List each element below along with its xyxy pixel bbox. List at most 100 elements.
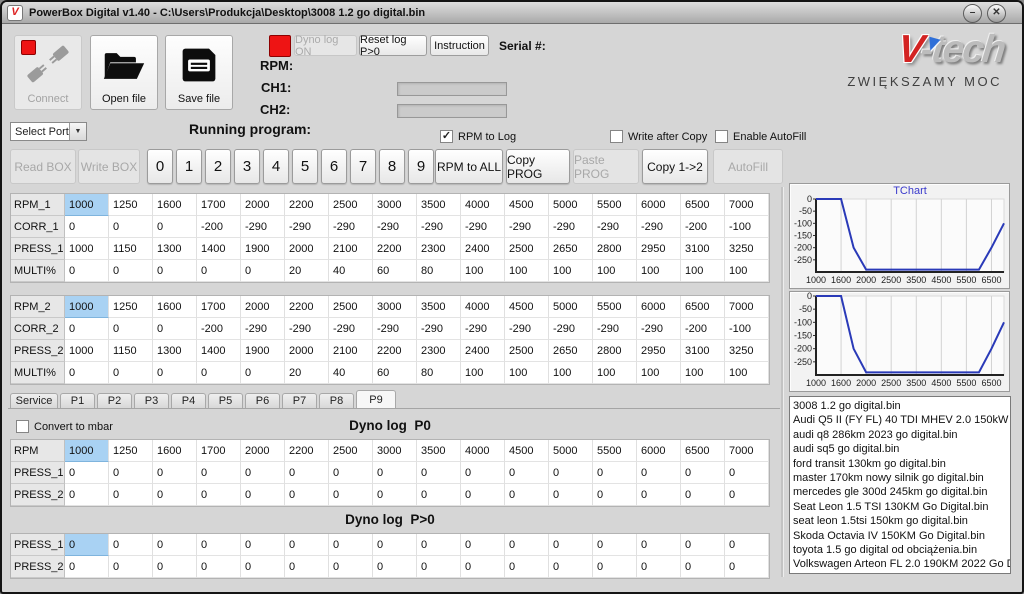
table-cell[interactable]: 100 <box>681 260 725 282</box>
table-cell[interactable]: 7000 <box>725 440 769 462</box>
tab-p1[interactable]: P1 <box>60 393 95 408</box>
table-cell[interactable]: 0 <box>285 462 329 484</box>
table-cell[interactable]: 0 <box>593 534 637 556</box>
table-cell[interactable]: 0 <box>373 484 417 506</box>
table-cell[interactable]: 0 <box>153 216 197 238</box>
table-cell[interactable]: 1700 <box>197 440 241 462</box>
check-icon[interactable]: ✓ <box>440 130 453 143</box>
digit-button-2[interactable]: 2 <box>205 149 231 184</box>
table-cell[interactable]: 3250 <box>725 340 769 362</box>
tab-p2[interactable]: P2 <box>97 393 132 408</box>
table-cell[interactable]: 0 <box>241 362 285 384</box>
table-cell[interactable]: 100 <box>725 260 769 282</box>
table-cell[interactable]: 0 <box>65 216 109 238</box>
reset-log-button[interactable]: Reset log P>0 <box>359 35 427 56</box>
table-cell[interactable]: 1250 <box>109 440 153 462</box>
table-cell[interactable]: 1000 <box>65 440 109 462</box>
table-cell[interactable]: 100 <box>725 362 769 384</box>
table-cell[interactable]: -290 <box>549 216 593 238</box>
table-cell[interactable]: -200 <box>681 318 725 340</box>
table-cell[interactable]: 2100 <box>329 340 373 362</box>
table-cell[interactable]: 5000 <box>549 194 593 216</box>
table-cell[interactable]: 0 <box>637 534 681 556</box>
table-cell[interactable]: 0 <box>65 484 109 506</box>
table-cell[interactable]: -290 <box>505 318 549 340</box>
rpm-to-log-checkbox[interactable]: ✓ RPM to Log <box>440 130 516 143</box>
table-cell[interactable]: 0 <box>373 556 417 578</box>
table-cell[interactable]: 2650 <box>549 238 593 260</box>
table-cell[interactable]: 3500 <box>417 296 461 318</box>
file-list-item[interactable]: audi sq5 go digital.bin <box>793 442 1010 456</box>
table-cell[interactable]: -290 <box>505 216 549 238</box>
table-cell[interactable]: 0 <box>637 556 681 578</box>
table-cell[interactable]: 5500 <box>593 194 637 216</box>
table-cell[interactable]: 0 <box>417 484 461 506</box>
file-list-item[interactable]: seat leon 1.5tsi 150km go digital.bin <box>793 514 1010 528</box>
table-cell[interactable]: 20 <box>285 260 329 282</box>
table-cell[interactable]: 0 <box>65 260 109 282</box>
table-cell[interactable]: 40 <box>329 260 373 282</box>
table-cell[interactable]: 0 <box>285 556 329 578</box>
open-file-button[interactable]: Open file <box>90 35 158 110</box>
digit-button-8[interactable]: 8 <box>379 149 405 184</box>
table-cell[interactable]: 0 <box>241 260 285 282</box>
table-cell[interactable]: 3250 <box>725 238 769 260</box>
table-cell[interactable]: 0 <box>373 462 417 484</box>
table-cell[interactable]: 0 <box>417 534 461 556</box>
table-cell[interactable]: 1400 <box>197 238 241 260</box>
instruction-button[interactable]: Instruction <box>430 35 489 56</box>
table-cell[interactable]: -290 <box>285 216 329 238</box>
table-cell[interactable]: 0 <box>725 484 769 506</box>
table-cell[interactable]: 1900 <box>241 340 285 362</box>
table-cell[interactable]: 2500 <box>505 238 549 260</box>
table-cell[interactable]: 0 <box>109 534 153 556</box>
table-cell[interactable]: 0 <box>505 462 549 484</box>
table-cell[interactable]: 0 <box>549 534 593 556</box>
file-list-item[interactable]: audi q8 286km 2023 go digital.bin <box>793 428 1010 442</box>
table-cell[interactable]: 6500 <box>681 194 725 216</box>
table-cell[interactable]: 1250 <box>109 194 153 216</box>
table-cell[interactable]: 4000 <box>461 296 505 318</box>
table-cell[interactable]: 0 <box>241 462 285 484</box>
table-cell[interactable]: 2000 <box>241 194 285 216</box>
table-cell[interactable]: 0 <box>197 534 241 556</box>
table-cell[interactable]: 0 <box>637 462 681 484</box>
table-cell[interactable]: 0 <box>461 556 505 578</box>
table-cell[interactable]: 0 <box>65 534 109 556</box>
table-cell[interactable]: -290 <box>241 318 285 340</box>
table-cell[interactable]: -290 <box>461 318 505 340</box>
chevron-down-icon[interactable]: ▼ <box>69 123 86 140</box>
table-cell[interactable]: 2950 <box>637 238 681 260</box>
write-box-button[interactable]: Write BOX <box>78 149 140 184</box>
table-cell[interactable]: 0 <box>593 462 637 484</box>
table-cell[interactable]: -200 <box>197 318 241 340</box>
table-cell[interactable]: 0 <box>417 462 461 484</box>
table-cell[interactable]: -290 <box>329 216 373 238</box>
table-cell[interactable]: 0 <box>241 484 285 506</box>
table-cell[interactable]: 0 <box>681 484 725 506</box>
table-cell[interactable]: 6500 <box>681 440 725 462</box>
table-cell[interactable]: 2000 <box>241 296 285 318</box>
tab-p7[interactable]: P7 <box>282 393 317 408</box>
table-cell[interactable]: 0 <box>681 556 725 578</box>
table-cell[interactable]: 0 <box>285 534 329 556</box>
table-cell[interactable]: -290 <box>417 318 461 340</box>
table-cell[interactable]: 0 <box>329 534 373 556</box>
table-cell[interactable]: 0 <box>241 556 285 578</box>
copy-prog-button[interactable]: Copy PROG <box>506 149 570 184</box>
tab-p3[interactable]: P3 <box>134 393 169 408</box>
digit-button-9[interactable]: 9 <box>408 149 434 184</box>
table-cell[interactable]: -290 <box>373 216 417 238</box>
table-cell[interactable]: 7000 <box>725 194 769 216</box>
tab-p9[interactable]: P9 <box>356 390 396 408</box>
table-cell[interactable]: 100 <box>681 362 725 384</box>
table-cell[interactable]: 1250 <box>109 296 153 318</box>
table-cell[interactable]: 1300 <box>153 340 197 362</box>
table-cell[interactable]: 1600 <box>153 296 197 318</box>
table-cell[interactable]: 2300 <box>417 340 461 362</box>
table-cell[interactable]: -100 <box>725 216 769 238</box>
table-cell[interactable]: 7000 <box>725 296 769 318</box>
checkbox-box[interactable] <box>610 130 623 143</box>
table-cell[interactable]: 0 <box>681 462 725 484</box>
table-cell[interactable]: 0 <box>505 534 549 556</box>
